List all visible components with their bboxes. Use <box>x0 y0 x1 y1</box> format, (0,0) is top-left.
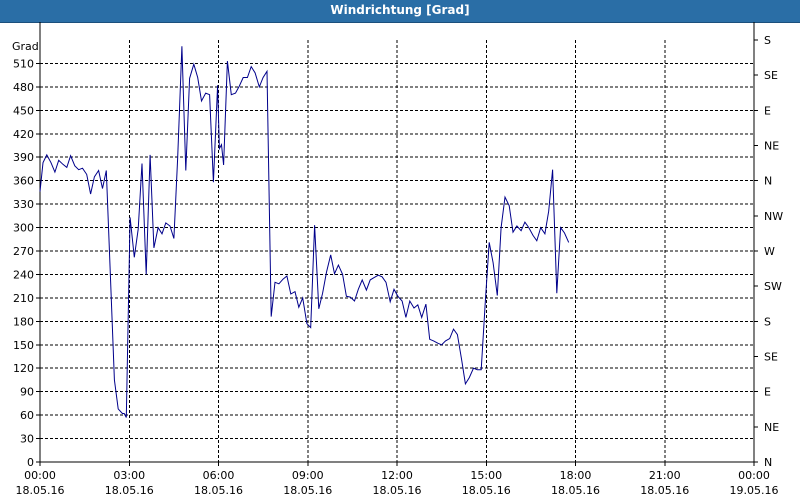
y-tick-label: 360 <box>13 175 34 188</box>
y-tick-label: 240 <box>13 268 34 281</box>
x-tick-date: 18.05.16 <box>373 484 422 497</box>
wind-direction-chart: Grad 0 30 60 90 120 150 180 210 240 270 300 330 360 3… <box>12 22 783 497</box>
x-tick-date: 18.05.16 <box>462 484 511 497</box>
chart-window: Windrichtung [Grad] Grad 0 30 60 90 120 150 18… <box>0 0 800 500</box>
x-tick-time: 06:00 <box>203 469 235 482</box>
x-tick-time: 03:00 <box>113 469 145 482</box>
y-tick-label: 510 <box>13 57 34 70</box>
compass-tick-label: W <box>764 245 775 258</box>
x-tick-date: 18.05.16 <box>551 484 600 497</box>
y-axis-label: Grad <box>12 40 39 53</box>
y-tick-label: 420 <box>13 128 34 141</box>
x-tick-date: 18.05.16 <box>283 484 332 497</box>
compass-tick-label: NE <box>764 140 779 153</box>
compass-tick-label: SE <box>764 69 778 82</box>
y-tick-label: 210 <box>13 292 34 305</box>
compass-tick-label: E <box>764 386 771 399</box>
y-tick-label: 60 <box>20 409 34 422</box>
x-tick-date: 18.05.16 <box>16 484 65 497</box>
compass-axis-ticks: N NE E SE S SW W NW N NE E SE S <box>754 34 783 469</box>
compass-tick-label: SW <box>764 280 782 293</box>
y-tick-label: 30 <box>20 433 34 446</box>
y-tick-label: 270 <box>13 245 34 258</box>
y-tick-label: 450 <box>13 104 34 117</box>
x-tick-time: 18:00 <box>560 469 592 482</box>
y-tick-label: 330 <box>13 198 34 211</box>
x-tick-date: 19.05.16 <box>730 484 779 497</box>
series-line <box>39 46 570 418</box>
x-tick-date: 18.05.16 <box>640 484 689 497</box>
x-tick-time: 00:00 <box>24 469 56 482</box>
y-tick-label: 90 <box>20 386 34 399</box>
x-tick-time: 00:00 <box>738 469 770 482</box>
x-tick-date: 18.05.16 <box>105 484 154 497</box>
compass-tick-label: N <box>764 456 772 469</box>
x-tick-time: 12:00 <box>381 469 413 482</box>
y-tick-label: 150 <box>13 339 34 352</box>
compass-tick-label: S <box>764 34 771 47</box>
y-axis-ticks: 0 30 60 90 120 150 180 210 240 270 300 330 360 390 420… <box>13 57 40 469</box>
window-title: Windrichtung [Grad] <box>330 3 470 17</box>
compass-tick-label: SE <box>764 351 778 364</box>
x-tick-date: 18.05.16 <box>194 484 243 497</box>
y-tick-label: 300 <box>13 222 34 235</box>
y-tick-label: 390 <box>13 151 34 164</box>
x-tick-time: 15:00 <box>470 469 502 482</box>
y-tick-label: 480 <box>13 81 34 94</box>
compass-tick-label: N <box>764 175 772 188</box>
compass-tick-label: NE <box>764 421 779 434</box>
title-bar: Windrichtung [Grad] <box>0 0 800 23</box>
compass-tick-label: NW <box>764 210 783 223</box>
y-tick-label: 180 <box>13 315 34 328</box>
y-tick-label: 120 <box>13 362 34 375</box>
series-group <box>39 46 570 418</box>
x-tick-time: 09:00 <box>292 469 324 482</box>
x-axis-ticks: 00:00 18.05.16 03:00 18.05.16 06:00 18.05.16 0… <box>16 462 779 497</box>
x-tick-time: 21:00 <box>649 469 681 482</box>
compass-tick-label: E <box>764 104 771 117</box>
y-tick-label: 0 <box>27 456 34 469</box>
compass-tick-label: S <box>764 315 771 328</box>
